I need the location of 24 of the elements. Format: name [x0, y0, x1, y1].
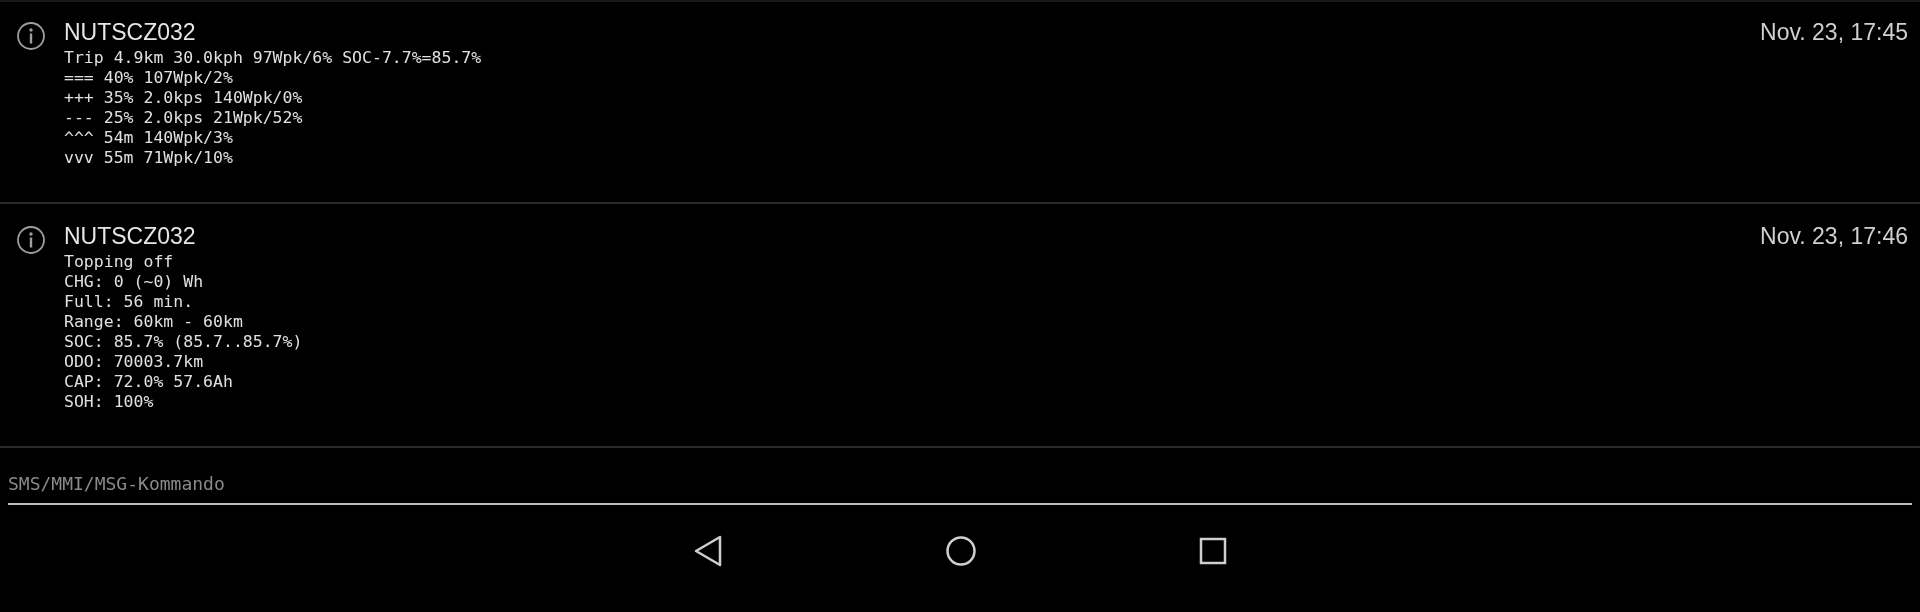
message-line: SOC: 85.7% (85.7..85.7%)	[64, 332, 304, 352]
message-line: CHG: 0 (~0) Wh	[64, 272, 205, 292]
back-icon[interactable]	[693, 535, 723, 567]
message-line: +++ 35% 2.0kps 140Wpk/0%	[64, 88, 304, 108]
message-line: CAP: 72.0% 57.6Ah	[64, 372, 234, 392]
message-line: Full: 56 min.	[64, 292, 195, 312]
message-line: Trip 4.9km 30.0kph 97Wpk/6% SOC-7.7%=85.7%	[64, 48, 483, 68]
message-line: SOH: 100%	[64, 392, 155, 412]
info-icon	[16, 225, 46, 255]
message-line: === 40% 107Wpk/2%	[64, 68, 234, 88]
message-line: Range: 60km - 60km	[64, 312, 244, 332]
sender-name: NUTSCZ032	[64, 222, 196, 250]
message-line: ^^^ 54m 140Wpk/3%	[64, 128, 234, 148]
sender-name: NUTSCZ032	[64, 18, 196, 46]
message-line: ODO: 70003.7km	[64, 352, 205, 372]
command-input-field[interactable]: SMS/MMI/MSG-Kommando	[8, 470, 1912, 505]
message-line: vvv 55m 71Wpk/10%	[64, 148, 234, 168]
info-icon	[16, 21, 46, 51]
message-time: Nov. 23, 17:45	[1760, 18, 1908, 46]
home-icon[interactable]	[945, 535, 977, 567]
message-line: --- 25% 2.0kps 21Wpk/52%	[64, 108, 304, 128]
message-time: Nov. 23, 17:46	[1760, 222, 1908, 250]
message-line: Topping off	[64, 252, 175, 272]
recents-icon[interactable]	[1199, 537, 1227, 565]
